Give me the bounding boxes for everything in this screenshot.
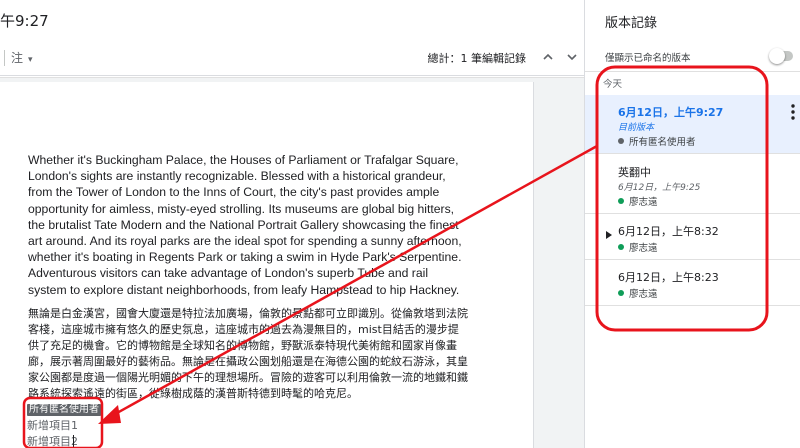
english-paragraph[interactable]: Whether it's Buckingham Palace, the Hous… <box>28 152 468 298</box>
version-item[interactable]: 6月12日，上午8:32 廖志遠 <box>585 215 800 260</box>
dropdown-caret-icon: ▾ <box>28 55 33 65</box>
toolbar: 注 ▾ 總計：1 筆編輯記錄 <box>0 40 584 76</box>
named-versions-label: 僅顯示已命名的版本 <box>605 53 691 64</box>
new-list-item-2[interactable]: 新增項目2 <box>27 433 78 448</box>
user-color-dot <box>618 198 624 204</box>
toolbar-divider <box>4 50 5 66</box>
chevron-down-icon <box>567 54 577 61</box>
version-name: 英翻中 <box>618 166 651 179</box>
version-user: 廖志遠 <box>618 286 658 300</box>
more-vert-icon <box>791 104 795 120</box>
version-subtitle: 目前版本 <box>618 123 655 133</box>
named-versions-toggle[interactable] <box>769 48 795 64</box>
document-page[interactable]: Whether it's Buckingham Palace, the Hous… <box>0 82 534 448</box>
text-cursor <box>73 435 74 448</box>
panel-title: 版本記錄 <box>605 16 658 31</box>
version-timestamp-title: 午9:27 <box>0 12 49 30</box>
user-color-dot <box>618 138 624 144</box>
version-date: 6月12日，上午8:32 <box>618 225 719 238</box>
version-history-panel: 版本記錄 僅顯示已命名的版本 今天 6月12日，上午9:27 目前版本 所有匿名… <box>584 0 800 448</box>
version-user-name: 廖志遠 <box>629 289 658 300</box>
version-user: 廖志遠 <box>618 194 658 208</box>
version-item[interactable]: 6月12日，上午9:27 目前版本 所有匿名使用者 <box>585 95 800 154</box>
version-item[interactable]: 6月12日，上午8:23 廖志遠 <box>585 261 800 306</box>
group-label-today: 今天 <box>603 79 623 90</box>
chinese-paragraph[interactable]: 無論是白金漢宮，國會大廈還是特拉法加廣場，倫敦的景點都可立即識別。從倫敦塔到法院… <box>28 306 468 402</box>
next-edit-button[interactable] <box>562 47 582 67</box>
document-canvas[interactable]: Whether it's Buckingham Palace, the Hous… <box>0 77 584 448</box>
top-bar: 午9:27 <box>0 0 584 40</box>
version-user: 廖志遠 <box>618 240 658 254</box>
expand-versions-button[interactable] <box>605 225 613 239</box>
version-user-name: 所有匿名使用者 <box>629 137 696 148</box>
version-date: 6月12日，上午8:23 <box>618 271 719 284</box>
total-edits-label: 總計：1 筆編輯記錄 <box>427 52 527 65</box>
new-list-item-1[interactable]: 新增項目1 <box>27 417 78 433</box>
user-color-dot <box>618 290 624 296</box>
version-subtitle: 6月12日，上午9:25 <box>618 183 701 193</box>
version-user-name: 廖志遠 <box>629 243 658 254</box>
expand-caret-icon <box>606 231 612 239</box>
version-user-name: 廖志遠 <box>629 197 658 208</box>
comment-mode-dropdown[interactable]: 注 ▾ <box>11 49 33 66</box>
named-versions-filter: 僅顯示已命名的版本 <box>585 40 800 72</box>
version-user: 所有匿名使用者 <box>618 134 696 148</box>
editor-name-tag: 所有匿名使用者 <box>27 404 101 416</box>
comment-mode-label: 注 <box>11 51 24 65</box>
version-more-button[interactable] <box>787 103 799 121</box>
chevron-up-icon <box>543 53 553 60</box>
version-date: 6月12日，上午9:27 <box>618 106 724 119</box>
user-color-dot <box>618 244 624 250</box>
version-item[interactable]: 英翻中 6月12日，上午9:25 廖志遠 <box>585 155 800 214</box>
previous-edit-button[interactable] <box>538 47 558 67</box>
toggle-knob <box>769 48 785 64</box>
